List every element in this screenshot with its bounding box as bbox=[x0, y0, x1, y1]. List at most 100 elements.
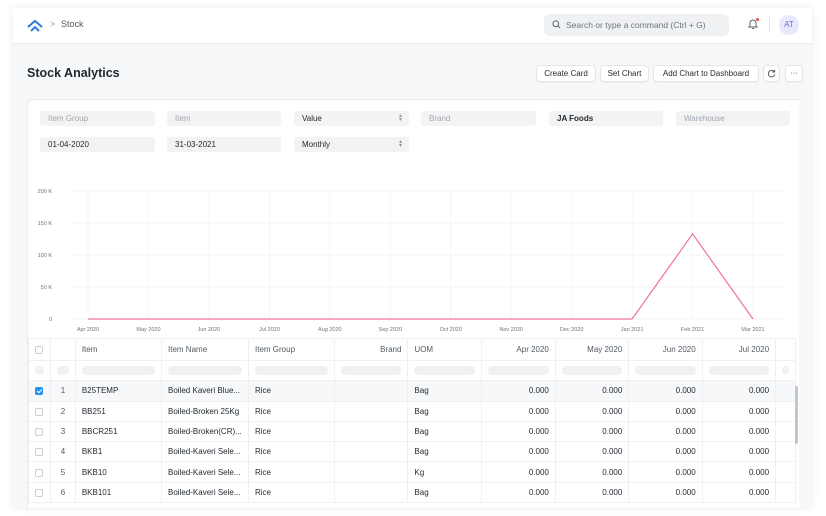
more-actions-button[interactable]: ··· bbox=[785, 65, 803, 82]
may-2020-cell[interactable]: 0.000 bbox=[554, 461, 630, 483]
item-cell[interactable]: BKB101 bbox=[74, 481, 163, 504]
filter-may-input[interactable] bbox=[554, 359, 630, 382]
column-header-may-2020[interactable]: May 2020 bbox=[554, 338, 630, 361]
may-2020-cell[interactable]: 0.000 bbox=[554, 380, 630, 402]
user-avatar[interactable]: AT bbox=[779, 15, 799, 35]
item-cell[interactable]: B25TEMP bbox=[74, 380, 163, 402]
column-header-item-name[interactable]: Item Name bbox=[161, 338, 249, 361]
row-checkbox[interactable] bbox=[28, 441, 51, 463]
breadcrumb-stock[interactable]: Stock bbox=[61, 19, 84, 29]
item-name-cell[interactable]: Boiled-Kaveri Sele... bbox=[161, 461, 249, 483]
brand-cell[interactable] bbox=[334, 380, 409, 402]
apr-2020-cell[interactable]: 0.000 bbox=[480, 481, 556, 504]
jun-2020-cell[interactable]: 0.000 bbox=[628, 380, 703, 402]
brand-cell[interactable] bbox=[334, 461, 409, 483]
item-cell[interactable]: BKB1 bbox=[74, 441, 163, 463]
table-row[interactable]: 6 BKB101 Boiled-Kaveri Sele... Rice Bag 0.000… bbox=[28, 481, 796, 504]
range-select[interactable]: Monthly ▴ ▾ bbox=[294, 137, 409, 152]
uom-cell[interactable]: Bag bbox=[407, 481, 482, 504]
item-group-cell[interactable]: Rice bbox=[247, 461, 336, 483]
item-group-cell[interactable]: Rice bbox=[247, 481, 336, 504]
item-cell[interactable]: BKB10 bbox=[74, 461, 163, 483]
item-cell[interactable]: BB251 bbox=[74, 400, 163, 422]
filter-item-input[interactable] bbox=[74, 359, 163, 382]
select-all-checkbox[interactable] bbox=[28, 338, 51, 361]
filter-uom-input[interactable] bbox=[407, 359, 482, 382]
jun-2020-cell[interactable]: 0.000 bbox=[628, 481, 703, 504]
item-name-cell[interactable]: Boiled-Broken 25Kg bbox=[161, 400, 249, 422]
column-header-brand[interactable]: Brand bbox=[334, 338, 409, 361]
table-row[interactable]: 2 BB251 Boiled-Broken 25Kg Rice Bag 0.000 0.00… bbox=[28, 400, 796, 422]
table-row[interactable]: 3 BBCR251 Boiled-Broken(CR)... Rice Bag 0.000… bbox=[28, 420, 796, 443]
uom-cell[interactable]: Bag bbox=[407, 420, 482, 443]
filter-item-group-input[interactable] bbox=[247, 359, 336, 382]
table-vertical-scrollbar[interactable] bbox=[795, 386, 798, 444]
item-name-cell[interactable]: Boiled-Kaveri Sele... bbox=[161, 441, 249, 463]
uom-cell[interactable]: Kg bbox=[407, 461, 482, 483]
may-2020-cell[interactable]: 0.000 bbox=[554, 481, 630, 504]
table-row[interactable]: 5 BKB10 Boiled-Kaveri Sele... Rice Kg 0.000 0.… bbox=[28, 461, 796, 483]
apr-2020-cell[interactable]: 0.000 bbox=[480, 400, 556, 422]
search-input[interactable]: Search or type a command (Ctrl + G) bbox=[544, 14, 729, 36]
table-row[interactable]: 1 B25TEMP Boiled Kaveri Blue... Rice Bag 0.00… bbox=[28, 380, 796, 402]
brand-cell[interactable] bbox=[334, 420, 409, 443]
from-date-field[interactable]: 01-04-2020 bbox=[40, 137, 155, 152]
filter-jun-input[interactable] bbox=[628, 359, 703, 382]
company-filter[interactable]: JA Foods bbox=[549, 111, 663, 126]
jul-2020-cell[interactable]: 0.000 bbox=[701, 441, 777, 463]
brand-cell[interactable] bbox=[334, 481, 409, 504]
jun-2020-cell[interactable]: 0.000 bbox=[628, 420, 703, 443]
item-name-cell[interactable]: Boiled-Kaveri Sele... bbox=[161, 481, 249, 504]
jul-2020-cell[interactable]: 0.000 bbox=[701, 420, 777, 443]
to-date-field[interactable]: 31-03-2021 bbox=[167, 137, 281, 152]
item-group-filter[interactable]: Item Group bbox=[40, 111, 155, 126]
uom-cell[interactable]: Bag bbox=[407, 400, 482, 422]
item-group-cell[interactable]: Rice bbox=[247, 400, 336, 422]
item-cell[interactable]: BBCR251 bbox=[74, 420, 163, 443]
row-checkbox[interactable] bbox=[28, 481, 51, 504]
brand-cell[interactable] bbox=[334, 441, 409, 463]
column-header-jul-2020[interactable]: Jul 2020 bbox=[701, 338, 777, 361]
set-chart-button[interactable]: Set Chart bbox=[600, 65, 649, 82]
filter-jul-input[interactable] bbox=[701, 359, 777, 382]
column-header-jun-2020[interactable]: Jun 2020 bbox=[628, 338, 703, 361]
column-header-item-group[interactable]: Item Group bbox=[247, 338, 336, 361]
column-header-uom[interactable]: UOM bbox=[407, 338, 482, 361]
warehouse-filter[interactable]: Warehouse bbox=[676, 111, 790, 126]
apr-2020-cell[interactable]: 0.000 bbox=[480, 420, 556, 443]
jun-2020-cell[interactable]: 0.000 bbox=[628, 441, 703, 463]
brand-cell[interactable] bbox=[334, 400, 409, 422]
brand-filter[interactable]: Brand bbox=[421, 111, 536, 126]
column-header-item[interactable]: Item bbox=[74, 338, 163, 361]
item-group-cell[interactable]: Rice bbox=[247, 420, 336, 443]
row-checkbox[interactable] bbox=[28, 420, 51, 443]
jun-2020-cell[interactable]: 0.000 bbox=[628, 400, 703, 422]
may-2020-cell[interactable]: 0.000 bbox=[554, 441, 630, 463]
jun-2020-cell[interactable]: 0.000 bbox=[628, 461, 703, 483]
apr-2020-cell[interactable]: 0.000 bbox=[480, 380, 556, 402]
jul-2020-cell[interactable]: 0.000 bbox=[701, 380, 777, 402]
refresh-button[interactable] bbox=[763, 65, 780, 82]
filter-cell[interactable] bbox=[50, 359, 76, 382]
jul-2020-cell[interactable]: 0.000 bbox=[701, 481, 777, 504]
item-filter[interactable]: Item bbox=[167, 111, 281, 126]
may-2020-cell[interactable]: 0.000 bbox=[554, 420, 630, 443]
row-checkbox[interactable] bbox=[28, 400, 51, 422]
apr-2020-cell[interactable]: 0.000 bbox=[480, 461, 556, 483]
jul-2020-cell[interactable]: 0.000 bbox=[701, 461, 777, 483]
filter-item-name-input[interactable] bbox=[161, 359, 249, 382]
column-header-apr-2020[interactable]: Apr 2020 bbox=[480, 338, 556, 361]
add-chart-to-dashboard-button[interactable]: Add Chart to Dashboard bbox=[653, 65, 759, 82]
value-quantity-select[interactable]: Value ▴ ▾ bbox=[294, 111, 409, 126]
item-group-cell[interactable]: Rice bbox=[247, 441, 336, 463]
create-card-button[interactable]: Create Card bbox=[536, 65, 596, 82]
item-name-cell[interactable]: Boiled-Broken(CR)... bbox=[161, 420, 249, 443]
row-checkbox[interactable] bbox=[28, 380, 51, 402]
item-name-cell[interactable]: Boiled Kaveri Blue... bbox=[161, 380, 249, 402]
uom-cell[interactable]: Bag bbox=[407, 441, 482, 463]
item-group-cell[interactable]: Rice bbox=[247, 380, 336, 402]
jul-2020-cell[interactable]: 0.000 bbox=[701, 400, 777, 422]
filter-apr-input[interactable] bbox=[480, 359, 556, 382]
apr-2020-cell[interactable]: 0.000 bbox=[480, 441, 556, 463]
table-row[interactable]: 4 BKB1 Boiled-Kaveri Sele... Rice Bag 0.000 0.… bbox=[28, 441, 796, 463]
